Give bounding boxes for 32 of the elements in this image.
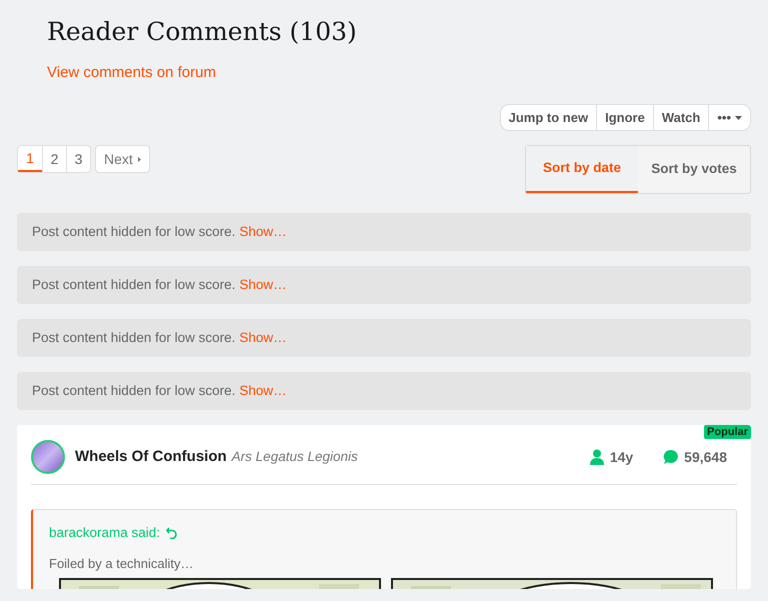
action-button[interactable]: Watch	[652, 105, 708, 130]
show-link[interactable]: Show…	[239, 222, 287, 242]
show-link[interactable]: Show…	[239, 380, 287, 402]
user-rank: Ars Legatus Legionis	[232, 448, 358, 466]
action-button[interactable]: Jump to new	[500, 105, 596, 130]
speech-bubble-count: 59,648	[684, 448, 727, 466]
return-arrow-icon[interactable]	[166, 527, 178, 540]
author-name[interactable]: Wheels Of Confusion	[75, 446, 227, 468]
user-avatar[interactable]	[31, 440, 65, 474]
page-button[interactable]: 3	[66, 146, 90, 172]
page-button[interactable]: 2	[42, 146, 66, 172]
speech-bubble-icon	[663, 449, 680, 465]
more-button[interactable]: •••	[708, 105, 750, 130]
show-link[interactable]: Show…	[239, 328, 287, 348]
quote-text: Foiled by a technicality…	[49, 555, 195, 574]
action-button[interactable]: Ignore	[596, 105, 653, 130]
hidden-post-notice: Post content hidden for low score.	[32, 328, 236, 347]
forum-link[interactable]: View comments on forum	[47, 64, 216, 81]
next-button[interactable]: Next	[95, 145, 150, 173]
person-icon	[588, 449, 605, 465]
hidden-post-notice: Post content hidden for low score.	[32, 276, 236, 294]
page-title: Reader Comments (103)	[47, 16, 358, 48]
show-link[interactable]: Show…	[239, 274, 287, 296]
page-button[interactable]: 1	[18, 146, 42, 172]
caret-icon	[735, 116, 742, 120]
person-count: 14y	[610, 448, 634, 467]
hidden-post-notice: Post content hidden for low score.	[32, 222, 236, 241]
caret-icon	[138, 156, 141, 162]
sort-tab[interactable]: Sort by votes	[638, 146, 750, 193]
sort-tab[interactable]: Sort by date	[526, 146, 638, 193]
popular-badge: Popular	[704, 425, 751, 439]
hidden-post-notice: Post content hidden for low score.	[32, 382, 236, 400]
